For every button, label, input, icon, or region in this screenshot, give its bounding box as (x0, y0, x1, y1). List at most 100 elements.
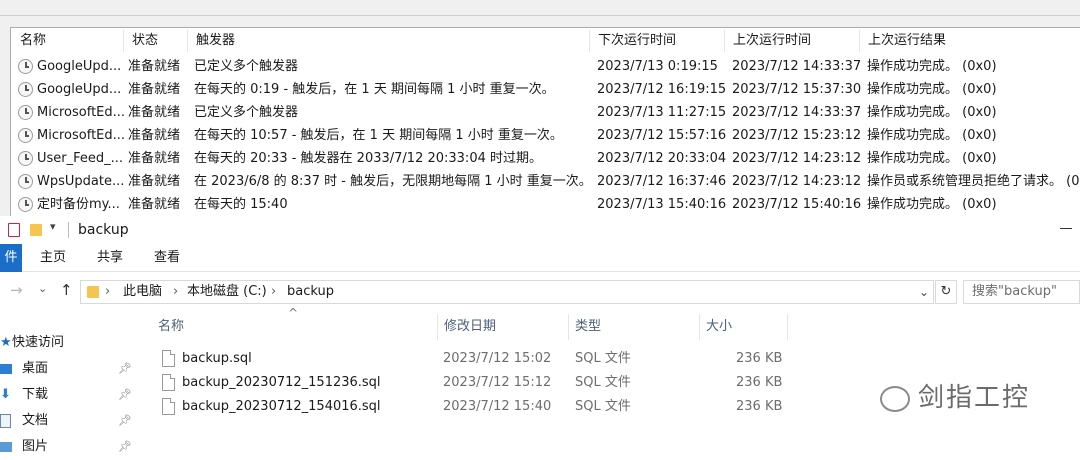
breadcrumb-separator-icon[interactable]: › (271, 282, 276, 302)
tab-view[interactable]: 查看 (154, 244, 180, 272)
task-next-run: 2023/7/13 11:27:15 (597, 105, 727, 120)
task-trigger: 已定义多个触发器 (194, 105, 299, 120)
file-name: backup.sql (182, 351, 252, 366)
task-status: 准备就绪 (128, 82, 181, 97)
task-last-run: 2023/7/12 15:37:30 (732, 82, 862, 97)
pin-icon[interactable]: 📌︎ (118, 408, 132, 434)
address-row: → ⌄ ↑ › 此电脑 › 本地磁盘 (C:) › backup ⌄ ↻ 搜索"… (0, 272, 1080, 312)
task-row[interactable]: MicrosoftEd... 准备就绪 在每天的 10:57 - 触发后，在 1 天… (12, 124, 1080, 147)
ribbon: 件 主页 共享 查看 (0, 244, 1080, 272)
task-name: WpsUpdate... (37, 174, 125, 189)
col-header-type[interactable]: 类型 (569, 314, 700, 340)
up-icon[interactable]: ↑ (60, 281, 73, 299)
task-row[interactable]: WpsUpdate... 准备就绪在 2023/6/8 的 8:37 时 - 触发… (12, 170, 1080, 193)
breadcrumb-separator-icon[interactable]: › (173, 282, 178, 302)
search-input[interactable]: 搜索"backup" (963, 280, 1080, 304)
tab-file[interactable]: 件 (0, 244, 22, 272)
task-status: 准备就绪 (128, 59, 181, 74)
explorer-title-bar: ▾ backup (0, 216, 1080, 244)
tab-home[interactable]: 主页 (40, 244, 66, 272)
task-last-run: 2023/7/12 14:23:12 (732, 174, 862, 189)
task-last-result: 操作成功完成。 (0x0) (867, 105, 997, 120)
tab-share[interactable]: 共享 (97, 244, 123, 272)
navigation-pane: ★ 快速访问 桌面 📌︎ ⬇ 下载 📌︎ 文档 📌︎ 图片 📌︎ (0, 312, 138, 454)
col-header-next-run[interactable]: 下次运行时间 (590, 30, 725, 52)
breadcrumb-this-pc[interactable]: 此电脑 (123, 282, 162, 302)
file-icon (162, 398, 175, 415)
task-row[interactable]: 定时备份my... 准备就绪 在每天的 15:40 2023/7/13 15:40:1… (12, 193, 1080, 216)
nav-desktop-label: 桌面 (22, 361, 49, 376)
task-trigger: 已定义多个触发器 (194, 59, 299, 74)
star-icon: ★ (0, 335, 12, 350)
breadcrumb-local-disk[interactable]: 本地磁盘 (C:) (187, 282, 267, 302)
task-row[interactable]: GoogleUpd... 准备就绪 已定义多个触发器 2023/7/13 0:19:1… (12, 55, 1080, 78)
recent-locations-icon[interactable]: ⌄ (38, 282, 47, 295)
clock-icon (18, 151, 33, 166)
forward-icon[interactable]: → (10, 281, 23, 299)
download-icon: ⬇ (0, 387, 11, 402)
clock-icon (18, 174, 33, 189)
task-trigger: 在每天的 10:57 - 触发后，在 1 天 期间每隔 1 小时 重复一次。 (194, 128, 563, 143)
file-name: backup_20230712_154016.sql (182, 399, 381, 414)
file-row[interactable]: backup_20230712_151236.sql 2023/7/12 15:1… (150, 371, 790, 395)
col-header-modified[interactable]: 修改日期 (438, 314, 569, 340)
task-last-result: 操作成功完成。 (0x0) (867, 82, 997, 97)
pin-icon[interactable]: 📌︎ (118, 434, 132, 460)
pin-icon[interactable]: 📌︎ (118, 356, 132, 382)
breadcrumb-separator-icon[interactable]: › (105, 282, 110, 302)
task-status: 准备就绪 (128, 128, 181, 143)
window-title: backup (78, 222, 129, 238)
task-row[interactable]: MicrosoftEd... 准备就绪 已定义多个触发器 2023/7/13 11:2… (12, 101, 1080, 124)
file-type: SQL 文件 (575, 375, 631, 390)
task-last-result: 操作成功完成。 (0x0) (867, 128, 997, 143)
task-last-run: 2023/7/12 15:40:16 (732, 197, 862, 212)
task-name: GoogleUpd... (37, 82, 122, 97)
clock-icon (18, 128, 33, 143)
folder-icon (87, 286, 99, 298)
task-row[interactable]: GoogleUpd... 准备就绪 在每天的 0:19 - 触发后，在 1 天 期间… (12, 78, 1080, 101)
clock-icon (18, 197, 33, 212)
clock-icon (18, 82, 33, 97)
file-size: 236 KB (736, 375, 783, 390)
nav-documents-label: 文档 (22, 413, 49, 428)
nav-downloads-label: 下载 (22, 387, 49, 402)
task-last-result: 操作成功完成。 (0x0) (867, 151, 997, 166)
col-header-last-run[interactable]: 上次运行时间 (725, 30, 860, 52)
pin-icon[interactable]: 📌︎ (118, 382, 132, 408)
breadcrumb-backup[interactable]: backup (287, 282, 334, 302)
file-type: SQL 文件 (575, 399, 631, 414)
document-icon (0, 414, 11, 428)
col-header-trigger[interactable]: 触发器 (188, 30, 590, 52)
properties-icon[interactable] (8, 223, 20, 237)
title-divider (68, 222, 69, 238)
file-name: backup_20230712_151236.sql (182, 375, 381, 390)
file-modified: 2023/7/12 15:12 (443, 375, 552, 390)
col-header-last-result[interactable]: 上次运行结果 (860, 30, 1080, 52)
wechat-logo-icon (880, 385, 910, 412)
quick-access-dropdown-icon[interactable]: ▾ (50, 220, 56, 233)
task-last-run: 2023/7/12 15:23:12 (732, 128, 862, 143)
file-icon (162, 350, 175, 367)
task-trigger: 在每天的 0:19 - 触发后，在 1 天 期间每隔 1 小时 重复一次。 (194, 82, 555, 97)
col-header-file-name[interactable]: 名称 (152, 314, 438, 340)
minimize-icon[interactable] (1060, 228, 1072, 229)
col-header-name[interactable]: 名称 (12, 30, 124, 52)
col-header-size[interactable]: 大小 (700, 314, 788, 340)
task-trigger: 在 2023/6/8 的 8:37 时 - 触发后，无限期地每隔 1 小时 重复… (194, 174, 592, 189)
task-name: MicrosoftEd... (37, 105, 126, 120)
scheduler-top-bar (0, 0, 1080, 16)
clock-icon (18, 59, 33, 74)
col-header-status[interactable]: 状态 (124, 30, 188, 52)
task-last-run: 2023/7/12 14:33:37 (732, 105, 862, 120)
file-row[interactable]: backup.sql 2023/7/12 15:02 SQL 文件 236 KB (150, 347, 790, 371)
file-size: 236 KB (736, 351, 783, 366)
watermark: 剑指工控 (880, 378, 1030, 418)
refresh-icon[interactable]: ↻ (935, 280, 957, 304)
task-status: 准备就绪 (128, 197, 181, 212)
file-modified: 2023/7/12 15:02 (443, 351, 552, 366)
file-icon (162, 374, 175, 391)
file-row[interactable]: backup_20230712_154016.sql 2023/7/12 15:4… (150, 395, 790, 419)
task-row[interactable]: User_Feed_... 准备就绪 在每天的 20:33 - 触发器在 2033/… (12, 147, 1080, 170)
address-dropdown-icon[interactable]: ⌄ (919, 282, 929, 302)
address-bar[interactable]: › 此电脑 › 本地磁盘 (C:) › backup ⌄ (80, 280, 934, 304)
